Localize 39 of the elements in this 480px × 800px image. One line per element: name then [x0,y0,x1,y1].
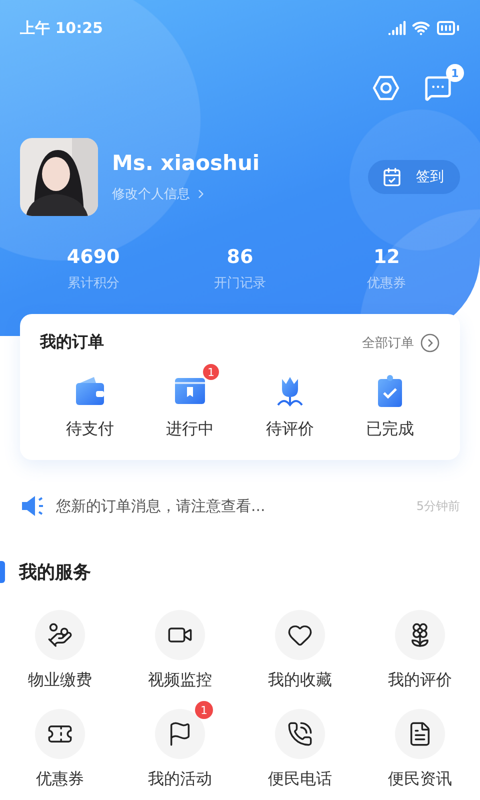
stat-value: 4690 [66,246,120,268]
stat-value: 12 [373,246,400,268]
order-status-button[interactable]: 1 进行中 [140,361,240,444]
signal-icon [388,19,406,37]
service-button[interactable]: 视频监控 [120,600,240,691]
stat-label: 累计积分 [67,275,120,292]
service-button[interactable]: 我的收藏 [240,600,360,691]
section-marker [0,561,5,583]
notice-text: 您新的订单消息，请注意查看... [56,496,266,516]
settings-icon[interactable] [372,74,400,102]
phone-icon [287,721,313,747]
check-in-button[interactable]: 签到 [368,160,460,194]
wifi-icon [412,19,430,37]
status-time: 上午 10:25 [20,18,103,38]
coin-hand-icon [47,622,73,648]
order-status-button[interactable]: 待评价 [240,361,340,444]
service-button[interactable]: 1 我的活动 [120,699,240,790]
order-status-button[interactable]: 已完成 [340,361,440,444]
notice-time: 5分钟前 [416,498,460,514]
stat-value: 86 [226,246,254,268]
service-button[interactable]: 便民电话 [240,699,360,790]
count-badge: 1 [202,363,220,381]
all-orders-link[interactable]: 全部订单 [362,332,440,352]
service-button[interactable]: 优惠券 [0,699,120,790]
service-button[interactable]: 我的评价 [360,600,480,691]
card-title: 我的订单 [40,332,104,353]
arrow-circle-icon [420,332,440,352]
section-title: 我的服务 [19,561,91,584]
message-icon[interactable] [424,74,452,102]
service-button[interactable]: 便民资讯 [360,699,480,790]
count-badge: 1 [195,701,213,719]
order-status-button[interactable]: 待支付 [40,361,140,444]
service-button[interactable]: 物业缴费 [0,600,120,691]
calendar-check-icon [382,167,402,187]
user-name: Ms. xiaoshui [112,151,261,175]
speaker-icon [20,494,46,518]
stat-label: 开门记录 [214,275,266,292]
message-badge: 1 [446,64,464,82]
stat-label: 优惠券 [367,275,406,292]
